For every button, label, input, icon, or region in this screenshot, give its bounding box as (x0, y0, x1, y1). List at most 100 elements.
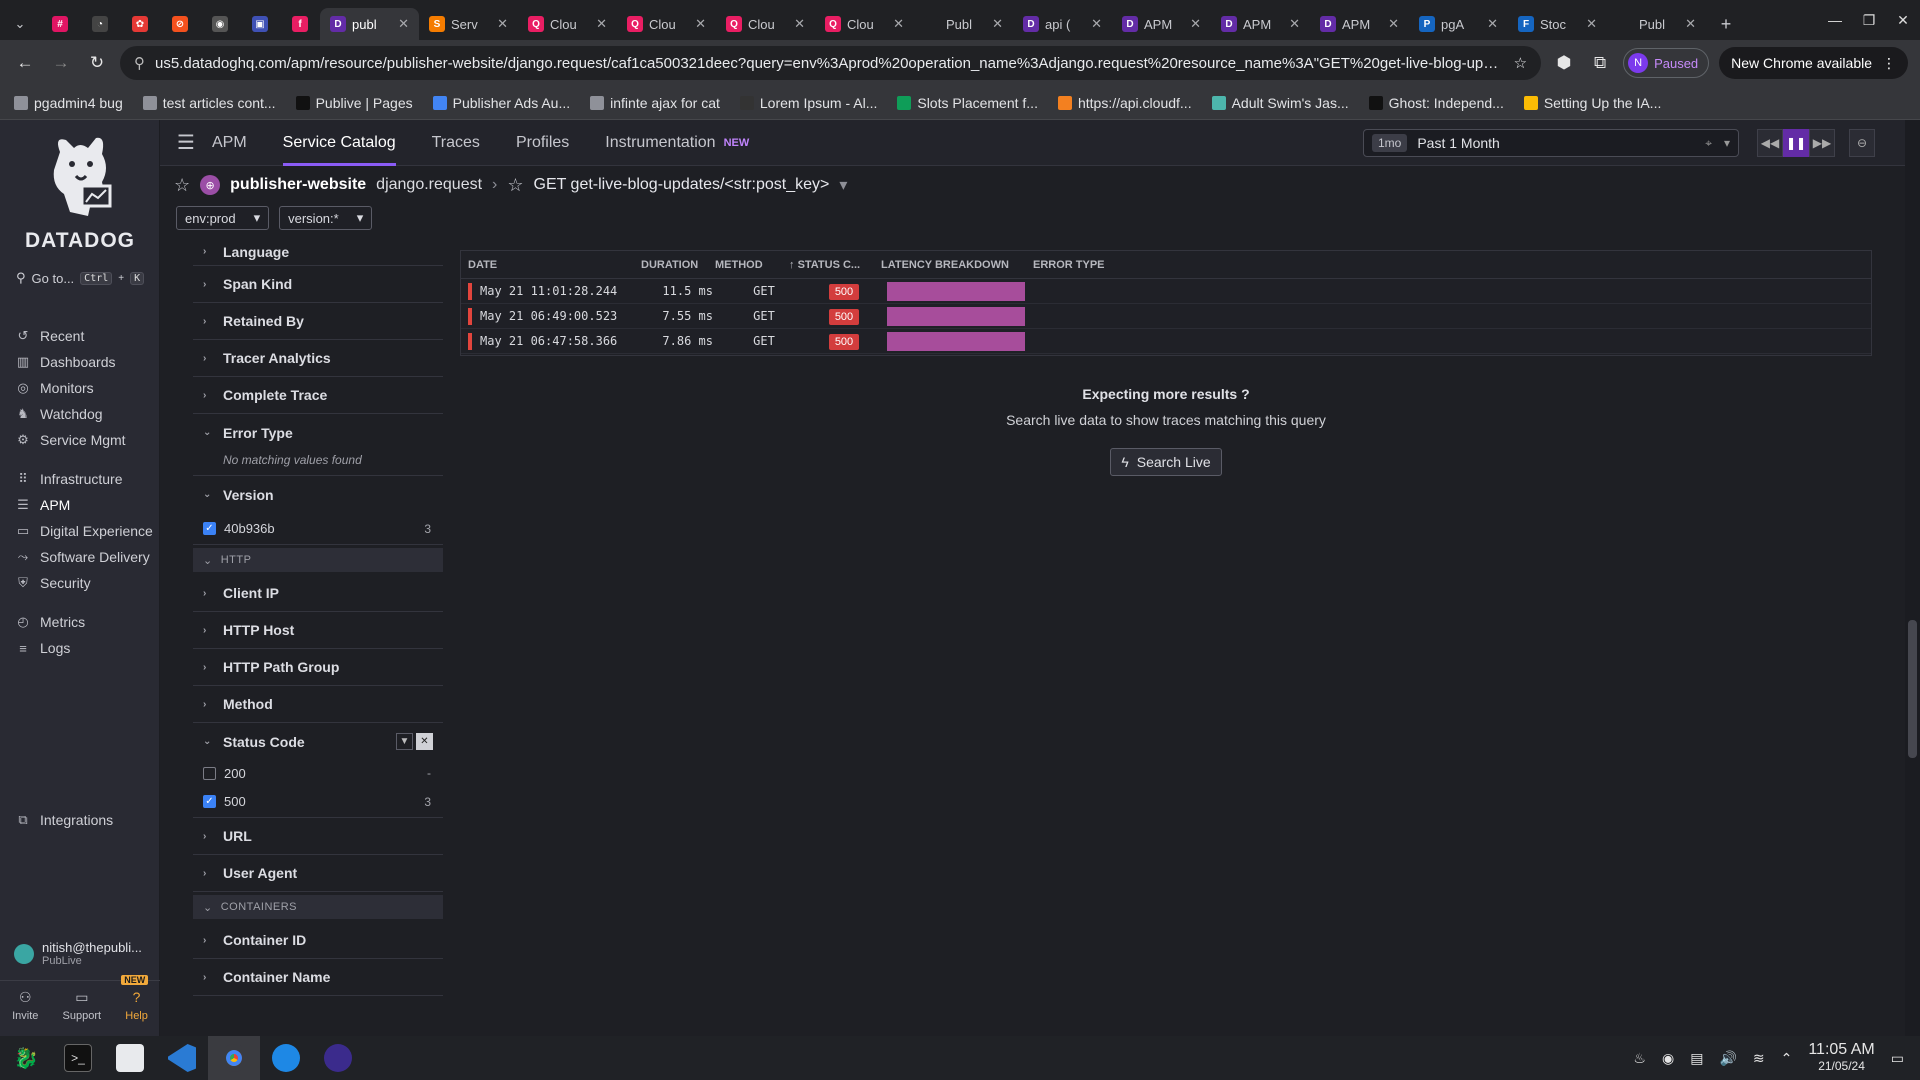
profile-button[interactable]: N Paused (1623, 48, 1710, 78)
facet-language[interactable]: › Language (193, 238, 443, 266)
table-row[interactable]: May 21 06:49:00.523 7.55 ms GET 500 (461, 304, 1871, 329)
datadog-logo[interactable]: DATADOG (18, 132, 142, 253)
bookmark-item[interactable]: Adult Swim's Jas... (1211, 95, 1349, 111)
browser-app-icon[interactable] (312, 1036, 364, 1080)
browser-tab[interactable]: # (40, 8, 80, 40)
sidebar-item-security[interactable]: ⛨ Security (16, 575, 90, 591)
tab-instrumentation[interactable]: Instrumentation NEW (587, 120, 767, 166)
steam-icon[interactable]: ◉ (1662, 1050, 1674, 1067)
sidebar-item-logs[interactable]: ≡ Logs (16, 640, 70, 656)
bookmark-item[interactable]: Publisher Ads Au... (432, 95, 570, 111)
browser-tab[interactable]: Dpubl ✕ (320, 8, 419, 40)
browser-tab[interactable]: ⊘ (160, 8, 200, 40)
bookmark-item[interactable]: infinte ajax for cat (590, 95, 720, 111)
favorite-star-icon[interactable]: ☆ (174, 175, 190, 196)
col-status[interactable]: ↑ STATUS C... (789, 259, 881, 271)
invite-button[interactable]: ⚇ Invite (12, 989, 38, 1036)
rewind-button[interactable]: ◀◀ (1757, 129, 1783, 157)
col-error-type[interactable]: ERROR TYPE (1033, 259, 1105, 271)
facet-tracer-analytics[interactable]: › Tracer Analytics (193, 340, 443, 377)
sidebar-item-infrastructure[interactable]: ⠿ Infrastructure (16, 471, 122, 487)
url-text[interactable]: us5.datadoghq.com/apm/resource/publisher… (155, 55, 1504, 72)
forward-button[interactable]: ▶▶ (1809, 129, 1835, 157)
scrollbar-thumb[interactable] (1908, 620, 1917, 758)
tab-close-icon[interactable]: ✕ (1091, 16, 1102, 32)
browser-tab[interactable]: Dapi (✕ (1013, 8, 1112, 40)
facet-error-type[interactable]: ⌄ Error Type (193, 414, 443, 451)
tab-close-icon[interactable]: ✕ (398, 16, 409, 32)
facet-value-200[interactable]: 200 - (193, 760, 443, 786)
chrome-update-button[interactable]: New Chrome available ⋮ (1719, 47, 1908, 79)
site-info-icon[interactable]: ⚲ (134, 54, 145, 72)
clear-filter-icon[interactable]: ✕ (416, 733, 433, 750)
facet-version[interactable]: ⌄ Version (193, 476, 443, 513)
col-duration[interactable]: DURATION (625, 259, 711, 271)
browser-tab[interactable]: Q Clou ✕ (815, 8, 914, 40)
facet-client-ip[interactable]: › Client IP (193, 575, 443, 612)
time-range-selector[interactable]: 1mo Past 1 Month ⌖ ▾ (1363, 129, 1739, 157)
browser-tab[interactable]: Q Clou ✕ (617, 8, 716, 40)
browser-tab[interactable]: Publ ✕ (1607, 8, 1706, 40)
sidebar-item-recent[interactable]: ↺ Recent (16, 328, 85, 344)
support-button[interactable]: ▭ Support (63, 989, 102, 1036)
facet-complete-trace[interactable]: › Complete Trace (193, 377, 443, 414)
bookmark-item[interactable]: test articles cont... (142, 95, 276, 111)
vscode-icon[interactable] (156, 1036, 208, 1080)
user-menu[interactable]: nitish@thepubli... PubLive (14, 940, 142, 967)
search-live-button[interactable]: ϟ Search Live (1110, 448, 1222, 476)
sidebar-item-watchdog[interactable]: ♞ Watchdog (16, 406, 102, 422)
bookmark-item[interactable]: https://api.cloudf... (1057, 95, 1192, 111)
col-latency[interactable]: LATENCY BREAKDOWN (881, 259, 1033, 271)
new-tab-button[interactable]: + (1706, 8, 1746, 40)
facet-status-code[interactable]: ⌄ Status Code ▼ ✕ (193, 723, 443, 760)
browser-tab[interactable]: f (280, 8, 320, 40)
facet-url[interactable]: › URL (193, 818, 443, 855)
checkbox-checked[interactable]: ✓ (203, 795, 216, 808)
browser-tab[interactable]: Q Clou ✕ (518, 8, 617, 40)
bookmark-item[interactable]: Setting Up the IA... (1523, 95, 1661, 111)
sidebar-item-apm[interactable]: ☰ APM (16, 497, 70, 513)
browser-tab[interactable]: ◉ (200, 8, 240, 40)
facet-method[interactable]: › Method (193, 686, 443, 723)
app-launcher-icon[interactable]: 🐉 (0, 1036, 52, 1080)
system-clock[interactable]: 11:05 AM 21/05/24 (1808, 1042, 1874, 1074)
volume-icon[interactable]: 🔊 (1719, 1050, 1736, 1067)
page-scrollbar[interactable] (1905, 120, 1920, 1036)
facet-http-host[interactable]: › HTTP Host (193, 612, 443, 649)
chevron-up-icon[interactable]: ⌃ (1781, 1050, 1793, 1067)
env-select[interactable]: env:prod ▾ (176, 206, 270, 230)
tab-close-icon[interactable]: ✕ (1190, 16, 1201, 32)
browser-tab[interactable]: ✿ (120, 8, 160, 40)
tab-close-icon[interactable]: ✕ (1487, 16, 1498, 32)
url-bar[interactable]: ⚲ us5.datadoghq.com/apm/resource/publish… (120, 46, 1542, 80)
browser-tab[interactable]: Publ ✕ (914, 8, 1013, 40)
facet-span-kind[interactable]: › Span Kind (193, 266, 443, 303)
sidebar-item-dashboards[interactable]: ▥ Dashboards (16, 354, 116, 370)
apm-section-title[interactable]: APM (212, 120, 265, 166)
version-select[interactable]: version:* ▾ (279, 206, 373, 230)
maximize-icon[interactable]: ❐ (1852, 12, 1886, 29)
bookmark-item[interactable]: Lorem Ipsum - Al... (739, 95, 877, 111)
col-method[interactable]: METHOD (711, 259, 789, 271)
extension-icon[interactable]: ⬢ (1551, 53, 1577, 73)
tab-traces[interactable]: Traces (414, 120, 498, 166)
terminal-icon[interactable]: >_ (52, 1036, 104, 1080)
filter-icon[interactable]: ▼ (396, 733, 413, 750)
tab-close-icon[interactable]: ✕ (1289, 16, 1300, 32)
tab-search-button[interactable]: ⌄ (0, 8, 40, 40)
browser-tab[interactable]: F Stoc ✕ (1508, 8, 1607, 40)
caret-down-icon[interactable]: ▾ (839, 175, 847, 195)
facet-container-id[interactable]: › Container ID (193, 922, 443, 959)
tab-close-icon[interactable]: ✕ (794, 16, 805, 32)
tab-close-icon[interactable]: ✕ (893, 16, 904, 32)
clipboard-icon[interactable]: ▤ (1690, 1050, 1703, 1067)
facet-group-http[interactable]: ⌄ HTTP (193, 548, 443, 572)
pin-icon[interactable]: ⌖ (1705, 136, 1712, 151)
back-icon[interactable]: ← (12, 53, 38, 73)
browser-tab[interactable]: D APM ✕ (1112, 8, 1211, 40)
zoom-out-button[interactable]: ⊖ (1849, 129, 1875, 157)
sidebar-item-monitors[interactable]: ◎ Monitors (16, 380, 93, 396)
reload-icon[interactable]: ↻ (84, 53, 110, 73)
facet-http-path-group[interactable]: › HTTP Path Group (193, 649, 443, 686)
notification-icon[interactable]: ♨ (1633, 1050, 1646, 1067)
